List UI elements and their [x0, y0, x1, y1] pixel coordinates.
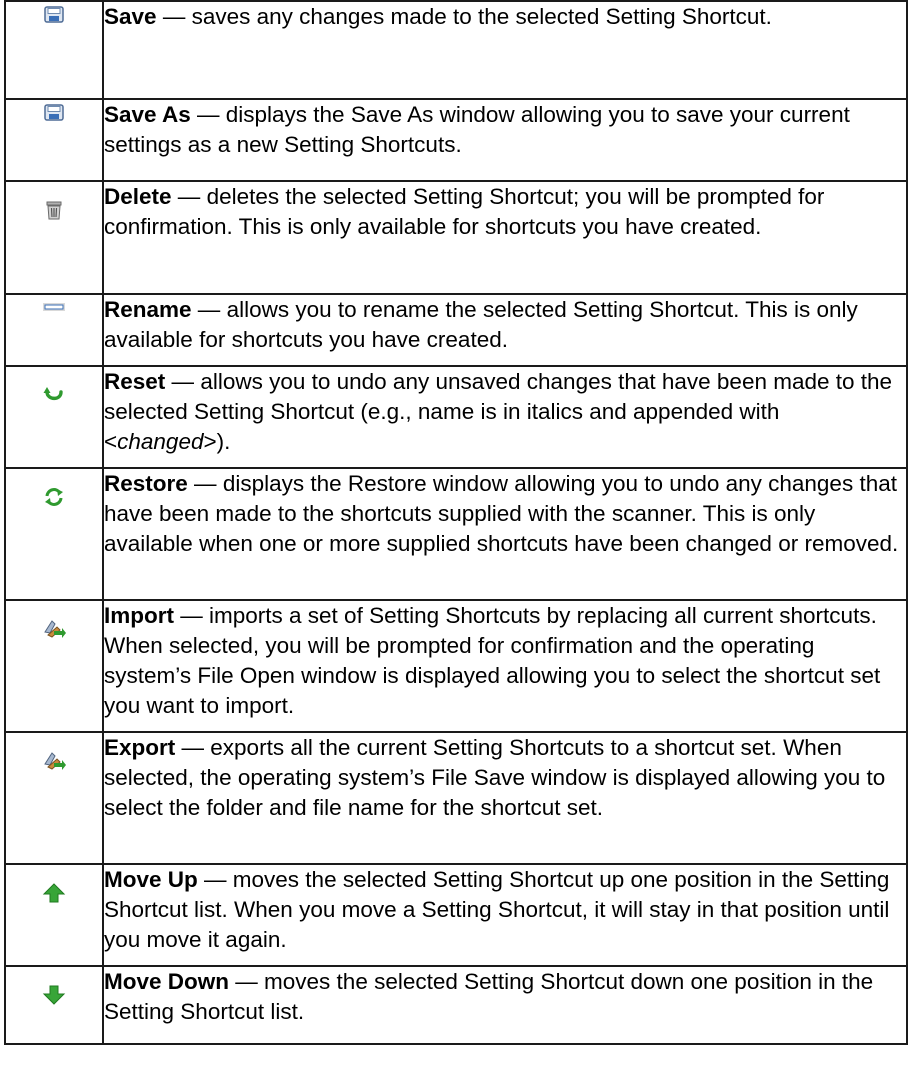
- description-cell: Save As — displays the Save As window al…: [102, 98, 908, 182]
- save-as-icon: [42, 100, 66, 124]
- button-name: Save: [104, 4, 157, 29]
- table-row: Restore — displays the Restore window al…: [4, 467, 908, 601]
- button-description: displays the Restore window allowing you…: [104, 471, 899, 556]
- button-name: Rename: [104, 297, 192, 322]
- button-description: exports all the current Setting Shortcut…: [104, 735, 886, 820]
- description-cell: Move Up — moves the selected Setting Sho…: [102, 863, 908, 967]
- button-name: Delete: [104, 184, 172, 209]
- save-icon: [42, 2, 66, 26]
- button-description: saves any changes made to the selected S…: [191, 4, 772, 29]
- separator: —: [165, 369, 201, 394]
- icon-cell: [4, 863, 104, 967]
- move-up-icon: [42, 881, 66, 905]
- table-row: Import — imports a set of Setting Shortc…: [4, 599, 908, 733]
- description-end: >).: [203, 429, 231, 454]
- separator: —: [229, 969, 265, 994]
- description-cell: Save — saves any changes made to the sel…: [102, 0, 908, 100]
- separator: —: [191, 297, 227, 322]
- description-cell: Move Down — moves the selected Setting S…: [102, 965, 908, 1045]
- shortcut-buttons-table: Save — saves any changes made to the sel…: [4, 0, 908, 1045]
- icon-cell: [4, 467, 104, 601]
- separator: —: [175, 735, 211, 760]
- button-name: Export: [104, 735, 176, 760]
- trash-icon: [42, 198, 66, 222]
- table-row: Reset — allows you to undo any unsaved c…: [4, 365, 908, 469]
- table-row: Export — exports all the current Setting…: [4, 731, 908, 865]
- export-icon: [42, 749, 66, 773]
- table-row: Save — saves any changes made to the sel…: [4, 0, 908, 100]
- icon-cell: [4, 98, 104, 182]
- button-name: Save As: [104, 102, 191, 127]
- move-down-icon: [42, 983, 66, 1007]
- icon-cell: [4, 365, 104, 469]
- button-name: Restore: [104, 471, 188, 496]
- changed-tag: changed: [117, 429, 204, 454]
- description-cell: Restore — displays the Restore window al…: [102, 467, 908, 601]
- separator: —: [174, 603, 210, 628]
- button-description: deletes the selected Setting Shortcut; y…: [104, 184, 825, 239]
- button-name: Move Down: [104, 969, 230, 994]
- icon-cell: [4, 599, 104, 733]
- icon-cell: [4, 0, 104, 100]
- icon-cell: [4, 180, 104, 295]
- separator: —: [197, 867, 233, 892]
- button-name: Reset: [104, 369, 166, 394]
- icon-cell: [4, 965, 104, 1045]
- separator: —: [190, 102, 226, 127]
- separator: —: [171, 184, 207, 209]
- description-cell: Rename — allows you to rename the select…: [102, 293, 908, 367]
- button-description: imports a set of Setting Shortcuts by re…: [104, 603, 881, 718]
- button-name: Import: [104, 603, 174, 628]
- rename-icon: [42, 295, 66, 319]
- undo-arrow-icon: [42, 383, 66, 407]
- separator: —: [156, 4, 192, 29]
- description-cell: Delete — deletes the selected Setting Sh…: [102, 180, 908, 295]
- table-row: Rename — allows you to rename the select…: [4, 293, 908, 367]
- table-row: Move Up — moves the selected Setting Sho…: [4, 863, 908, 967]
- icon-cell: [4, 731, 104, 865]
- description-cell: Import — imports a set of Setting Shortc…: [102, 599, 908, 733]
- table-row: Move Down — moves the selected Setting S…: [4, 965, 908, 1045]
- import-icon: [42, 617, 66, 641]
- icon-cell: [4, 293, 104, 367]
- description-cell: Export — exports all the current Setting…: [102, 731, 908, 865]
- table-row: Save As — displays the Save As window al…: [4, 98, 908, 182]
- separator: —: [187, 471, 223, 496]
- description-cell: Reset — allows you to undo any unsaved c…: [102, 365, 908, 469]
- restore-icon: [42, 485, 66, 509]
- button-name: Move Up: [104, 867, 198, 892]
- table-row: Delete — deletes the selected Setting Sh…: [4, 180, 908, 295]
